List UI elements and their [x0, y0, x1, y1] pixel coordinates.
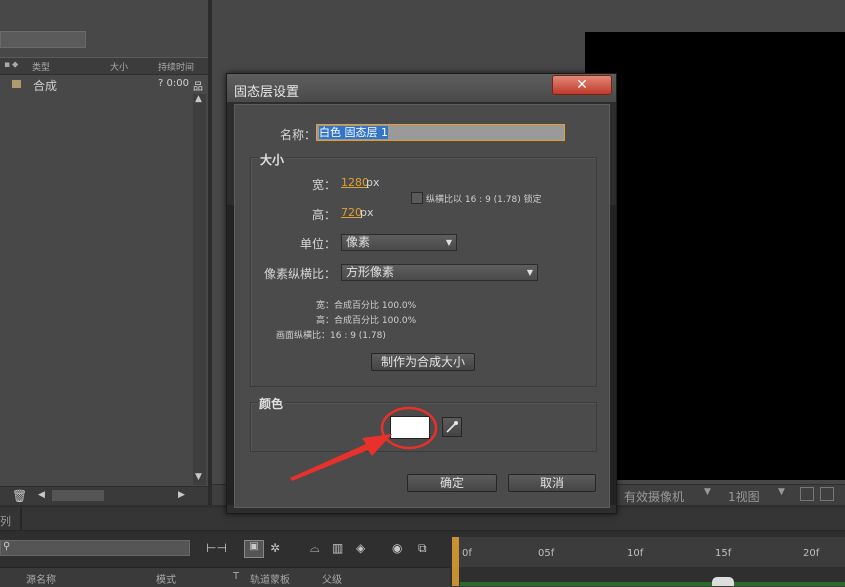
annotation-arrow-icon: [290, 434, 392, 481]
annotation-overlay: [290, 406, 438, 481]
annotation-ellipse: [380, 406, 438, 450]
